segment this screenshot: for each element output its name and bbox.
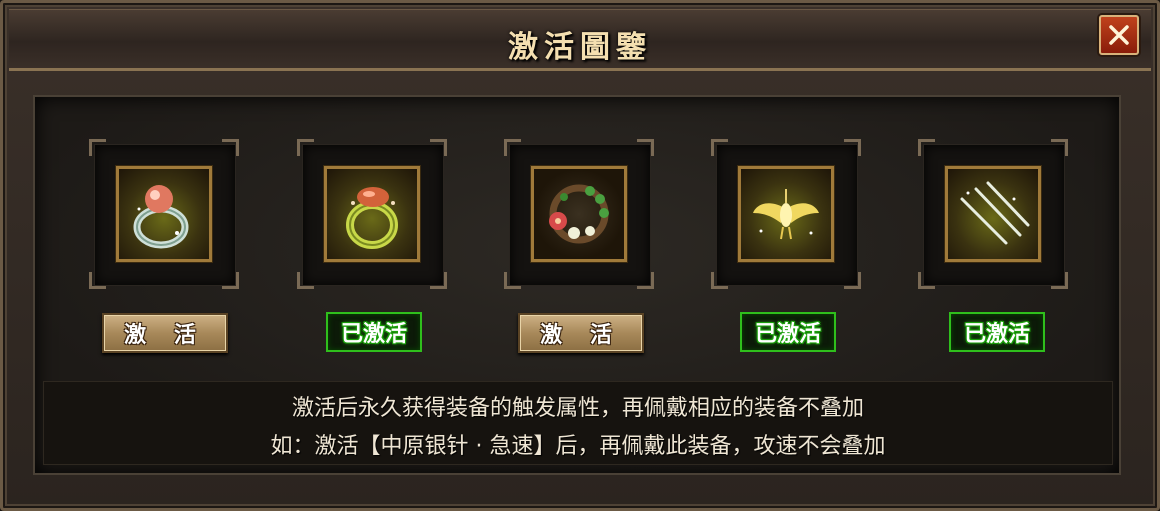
window-title: 激活圖鑒 (508, 30, 652, 65)
activated-badge-4: 已激活 (740, 312, 836, 352)
close-button[interactable] (1099, 15, 1139, 55)
item-slot-1[interactable] (89, 139, 239, 289)
activation-codex-window: 激活圖鑒 激 活 已激活 激 活 已激活 已激活 激活后永久获得装备的触发属性，… (0, 0, 1160, 511)
activated-badge-5: 已激活 (949, 312, 1045, 352)
description-box: 激活后永久获得装备的触发属性，再佩戴相应的装备不叠加 如：激活【中原银针 · 急… (43, 381, 1113, 465)
ring-pink-gem-icon (133, 185, 189, 249)
golden-wing-pendant-icon (753, 189, 819, 240)
activate-button-3[interactable]: 激 活 (518, 313, 644, 353)
silver-needles-icon (960, 181, 1030, 245)
item-slot-5[interactable] (918, 139, 1068, 289)
description-line-1: 激活后永久获得装备的触发属性，再佩戴相应的装备不叠加 (291, 396, 864, 421)
activate-button-1[interactable]: 激 活 (102, 313, 228, 353)
ring-red-gem-icon (346, 187, 398, 249)
close-x-icon (1109, 25, 1129, 45)
title-bar: 激活圖鑒 (9, 9, 1151, 71)
item-slot-3[interactable] (504, 139, 654, 289)
flower-wreath-icon (549, 184, 609, 244)
item-slot-4[interactable] (711, 139, 861, 289)
activated-badge-2: 已激活 (326, 312, 422, 352)
description-line-2: 如：激活【中原银针 · 急速】后，再佩戴此装备，攻速不会叠加 (270, 434, 886, 459)
item-slot-2[interactable] (297, 139, 447, 289)
